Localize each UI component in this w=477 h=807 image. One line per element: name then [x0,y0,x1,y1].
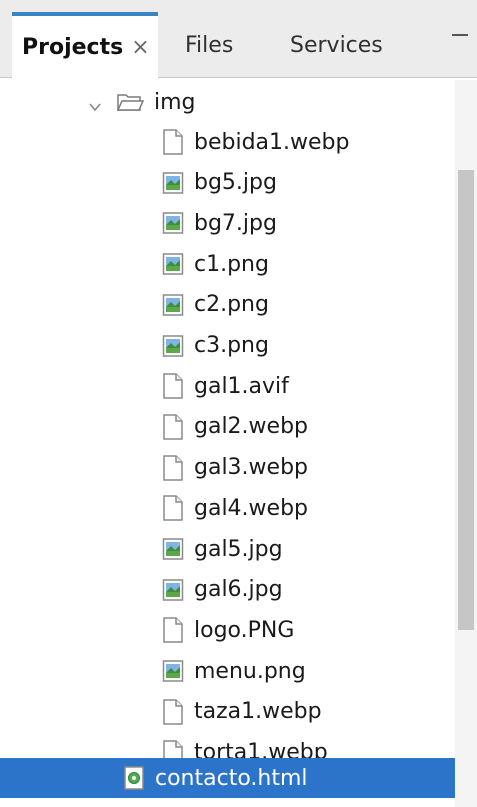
tree-item[interactable]: menu.png [162,651,306,691]
tab-projects[interactable]: Projects × [12,12,158,79]
projects-panel: Projects × Files Services img bebida1.web… [0,0,477,807]
tree-item[interactable]: bg5.jpg [162,163,277,203]
image-file-icon [162,536,184,562]
tree-item-label: menu.png [194,658,306,684]
tab-files-label: Files [185,32,234,58]
image-file-icon [162,210,184,236]
image-file-icon [162,251,184,277]
folder-open-icon [116,90,145,114]
tree-item[interactable]: gal5.jpg [162,529,283,569]
tree-item[interactable]: c1.png [162,244,269,284]
tree-item[interactable]: c2.png [162,285,269,325]
generic-file-icon [162,373,184,399]
tree-item-label: taza1.webp [194,699,322,725]
image-file-icon [162,658,184,684]
tree-item-label: gal3.webp [194,455,309,481]
tree-item-label: bg5.jpg [194,170,277,196]
chevron-down-icon[interactable] [88,95,102,112]
tree-item[interactable]: bebida1.webp [162,122,349,162]
tab-services[interactable]: Services [290,12,383,78]
tree-item[interactable]: c3.png [162,326,269,366]
image-file-icon [162,333,184,359]
close-tab-icon[interactable]: × [131,35,149,60]
generic-file-icon [162,617,184,644]
tree-item[interactable]: gal2.webp [162,407,308,447]
tree-item-label: c1.png [194,251,269,277]
scrollbar-thumb[interactable] [458,170,474,630]
tree-item[interactable]: gal4.webp [162,488,308,528]
tree-item[interactable]: taza1.webp [162,692,322,732]
tree-item-label: gal4.webp [194,495,309,521]
tree-item-label: logo.PNG [194,617,295,643]
tree-item[interactable]: gal3.webp [162,448,308,488]
generic-file-icon [162,414,184,440]
generic-file-icon [162,454,184,481]
tree-item-label: gal5.jpg [194,536,283,562]
tree-item[interactable]: bg7.jpg [162,203,277,243]
tree-folder-img[interactable]: img [88,82,196,122]
html-file-icon [123,765,145,791]
tree-item-label: c2.png [194,292,269,318]
tree-item[interactable]: logo.PNG [162,610,294,650]
tab-bar: Projects × Files Services [0,0,477,79]
tree-item-label: c3.png [194,333,269,358]
tree-item-label: img [154,89,196,115]
generic-file-icon [162,129,184,155]
generic-file-icon [162,699,184,725]
tab-files[interactable]: Files [185,12,233,78]
tree-item-label: gal2.webp [194,414,309,440]
image-file-icon [162,292,184,318]
generic-file-icon [162,495,184,522]
tab-services-label: Services [290,32,383,58]
image-file-icon [162,577,184,603]
tree-item-label: bg7.jpg [194,210,277,236]
tree-item-label: gal1.avif [194,373,289,399]
minimize-icon[interactable] [452,34,468,36]
tab-projects-label: Projects [22,35,124,60]
tree-item-selected[interactable]: contacto.html [123,758,308,798]
tree-item-label: gal6.jpg [194,577,283,603]
tree-item-label: contacto.html [155,765,308,791]
tree-item-label: bebida1.webp [194,129,350,155]
tree-item[interactable]: gal1.avif [162,366,289,406]
tree-item[interactable]: gal6.jpg [162,570,283,610]
image-file-icon [162,170,184,196]
